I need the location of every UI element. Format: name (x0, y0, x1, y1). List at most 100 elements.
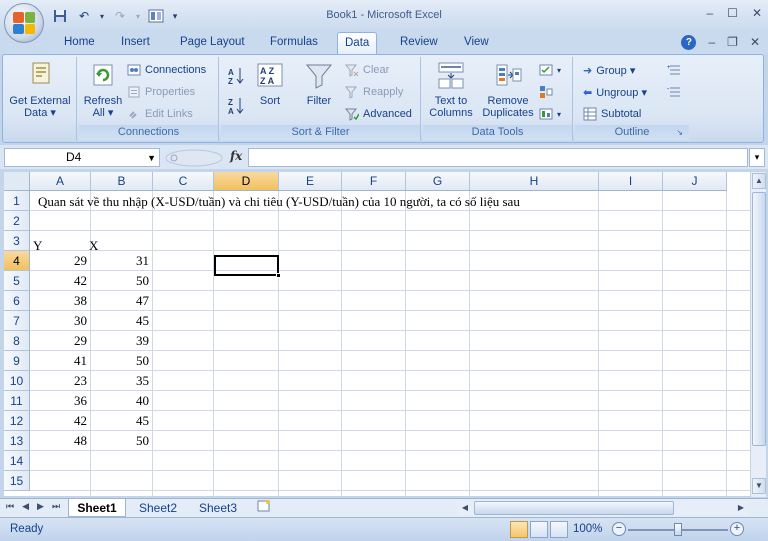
cell-y-value[interactable]: 36 (30, 391, 87, 411)
what-if-analysis-button[interactable]: ▾ (539, 105, 561, 123)
insert-sheet-icon[interactable] (252, 499, 276, 517)
scroll-left-icon[interactable]: ◀ (458, 501, 472, 515)
sort-descending-button[interactable]: ZA (227, 97, 245, 116)
data-validation-button[interactable]: ▾ (539, 61, 561, 79)
sheet-tab-sheet1[interactable]: Sheet1 (68, 499, 126, 517)
ribbon-minimize-button[interactable]: – (708, 35, 715, 50)
column-header-d[interactable]: D (214, 172, 279, 191)
horizontal-scroll-thumb[interactable] (474, 501, 674, 515)
office-button[interactable] (4, 3, 44, 43)
cell-y-value[interactable]: 41 (30, 351, 87, 371)
cell-y-value[interactable]: 48 (30, 431, 87, 451)
row-header-12[interactable]: 12 (4, 411, 30, 431)
refresh-all-button[interactable]: Refresh All ▾ (81, 59, 125, 119)
zoom-slider-thumb[interactable] (674, 523, 682, 536)
tab-insert[interactable]: Insert (121, 36, 150, 48)
remove-duplicates-button[interactable]: Remove Duplicates (479, 59, 537, 119)
tab-review[interactable]: Review (400, 36, 438, 48)
row-header-10[interactable]: 10 (4, 371, 30, 391)
last-sheet-icon[interactable]: ⏭ (52, 501, 60, 512)
reapply-button[interactable]: Reapply (345, 83, 403, 101)
get-external-data-button[interactable]: Get External Data ▾ (7, 59, 73, 119)
ribbon-restore-button[interactable]: ❐ (727, 35, 738, 50)
formula-input[interactable] (248, 148, 748, 167)
cell-x-value[interactable]: 45 (91, 311, 149, 331)
tab-formulas[interactable]: Formulas (270, 36, 318, 48)
advanced-button[interactable]: Advanced (345, 105, 412, 123)
cell-x-value[interactable]: 50 (91, 431, 149, 451)
column-header-b[interactable]: B (91, 172, 153, 191)
consolidate-button[interactable] (539, 83, 553, 101)
cell-y-value[interactable]: 30 (30, 311, 87, 331)
row-header-8[interactable]: 8 (4, 331, 30, 351)
vertical-scroll-thumb[interactable] (752, 192, 766, 446)
tab-view[interactable]: View (464, 36, 489, 48)
select-all-corner[interactable] (4, 172, 30, 191)
connections-button[interactable]: Connections (127, 61, 206, 79)
zoom-out-button[interactable]: − (612, 522, 626, 536)
cell-x-value[interactable]: 50 (91, 351, 149, 371)
column-header-c[interactable]: C (153, 172, 214, 191)
cell-x-value[interactable]: 50 (91, 271, 149, 291)
column-header-i[interactable]: I (599, 172, 663, 191)
prev-sheet-icon[interactable]: ◀ (22, 501, 29, 512)
tab-home[interactable]: Home (64, 36, 95, 48)
show-detail-button[interactable]: + (667, 61, 681, 79)
first-sheet-icon[interactable]: ⏮ (6, 501, 14, 512)
cell-y-value[interactable]: 23 (30, 371, 87, 391)
sheet-tab-sheet2[interactable]: Sheet2 (132, 499, 184, 517)
cell-x-value[interactable]: 39 (91, 331, 149, 351)
horizontal-scrollbar[interactable]: ◀ ▶ (458, 501, 748, 516)
zoom-in-button[interactable]: + (730, 522, 744, 536)
sort-button[interactable]: A ZZ A Sort (251, 59, 289, 107)
name-box-dropdown-icon[interactable]: ▼ (147, 150, 156, 167)
column-header-h[interactable]: H (470, 172, 599, 191)
tab-page-layout[interactable]: Page Layout (180, 36, 245, 48)
ungroup-button[interactable]: ⬅ Ungroup ▾ (583, 83, 647, 101)
page-layout-view-button[interactable] (530, 521, 548, 538)
page-break-preview-button[interactable] (550, 521, 568, 538)
row-header-3[interactable]: 3 (4, 231, 30, 251)
row-header-9[interactable]: 9 (4, 351, 30, 371)
cell-x-value[interactable]: 45 (91, 411, 149, 431)
next-sheet-icon[interactable]: ▶ (37, 501, 44, 512)
sheet-tab-sheet3[interactable]: Sheet3 (192, 499, 244, 517)
maximize-button[interactable]: ☐ (727, 6, 738, 20)
active-cell-d4[interactable] (214, 255, 279, 276)
cell-y-value[interactable]: 38 (30, 291, 87, 311)
cell-x-value[interactable]: 31 (91, 251, 149, 271)
group-button[interactable]: ➜ Group ▾ (583, 61, 635, 79)
formula-bar-resize-handle-icon[interactable] (164, 148, 224, 167)
row-header-11[interactable]: 11 (4, 391, 30, 411)
column-header-g[interactable]: G (406, 172, 470, 191)
minimize-button[interactable]: – (706, 6, 713, 20)
cell-y-value[interactable]: 29 (30, 251, 87, 271)
cell-x-value[interactable]: 35 (91, 371, 149, 391)
scroll-down-icon[interactable]: ▼ (752, 478, 766, 494)
fill-handle[interactable] (276, 273, 281, 278)
cell-y-value[interactable]: 42 (30, 271, 87, 291)
column-header-f[interactable]: F (342, 172, 406, 191)
scroll-right-icon[interactable]: ▶ (734, 501, 748, 515)
cell-x-value[interactable]: 47 (91, 291, 149, 311)
properties-button[interactable]: Properties (127, 83, 195, 101)
filter-button[interactable]: Filter (299, 59, 339, 107)
row-header-14[interactable]: 14 (4, 451, 30, 471)
clear-button[interactable]: Clear (345, 61, 389, 79)
ribbon-close-button[interactable]: ✕ (750, 35, 760, 50)
hide-detail-button[interactable]: - (667, 83, 681, 101)
zoom-level[interactable]: 100% (573, 523, 602, 535)
cell-a1-title[interactable]: Quan sát về thu nhập (X-USD/tuần) và chi… (38, 192, 520, 212)
normal-view-button[interactable] (510, 521, 528, 538)
column-header-a[interactable]: A (30, 172, 91, 191)
name-box[interactable]: D4 ▼ (4, 148, 160, 167)
insert-function-button[interactable]: fx (230, 149, 242, 163)
row-header-6[interactable]: 6 (4, 291, 30, 311)
cell-y-value[interactable]: 42 (30, 411, 87, 431)
cell-x-value[interactable]: 40 (91, 391, 149, 411)
row-header-1[interactable]: 1 (4, 191, 30, 211)
row-header-13[interactable]: 13 (4, 431, 30, 451)
outline-dialog-launcher-icon[interactable]: ↘ (676, 125, 683, 140)
sort-ascending-button[interactable]: AZ (227, 67, 245, 86)
cell-y-value[interactable]: 29 (30, 331, 87, 351)
